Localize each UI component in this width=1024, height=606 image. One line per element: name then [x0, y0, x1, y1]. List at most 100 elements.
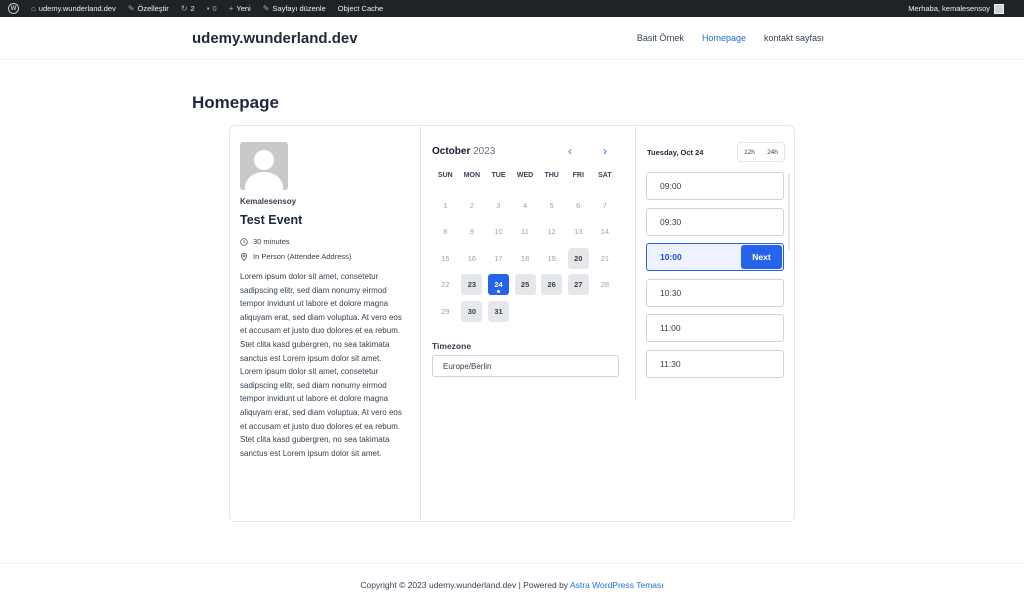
- event-duration: 30 minutes: [240, 237, 410, 246]
- wp-logo-menu[interactable]: W: [0, 0, 25, 17]
- brush-icon: ✎: [127, 4, 135, 13]
- admin-object-cache-link[interactable]: Object Cache: [332, 0, 389, 17]
- calendar-panel: October 2023 ‹ › SUN MON TUE WED THU FRI SAT 1…: [421, 126, 636, 401]
- calendar-day-selected[interactable]: 24: [485, 272, 512, 299]
- format-12h-option[interactable]: 12h: [744, 149, 755, 156]
- weekday-label: MON: [463, 172, 481, 179]
- event-title: Test Event: [240, 213, 303, 227]
- calendar-day: 4: [522, 200, 528, 210]
- admin-comments-link[interactable]: ▪ 0: [201, 0, 223, 17]
- calendar-day: 1: [443, 200, 448, 210]
- weekday-header: SUN MON TUE WED THU FRI SAT: [432, 172, 618, 179]
- calendar-day: 19: [547, 253, 556, 263]
- calendar-day: 17: [494, 253, 503, 263]
- calendar-day: 8: [443, 227, 448, 237]
- admin-customize-link[interactable]: ✎ Özelleştir: [122, 0, 175, 17]
- site-footer: Copyright © 2023 udemy.wunderland.dev | …: [0, 563, 1024, 606]
- calendar-day: 9: [469, 227, 474, 237]
- calendar-day: 12: [547, 227, 556, 237]
- page-title: Homepage: [192, 93, 279, 112]
- calendar-day: 16: [467, 253, 477, 263]
- site-header: udemy.wunderland.dev Basit Örnek Homepag…: [0, 17, 1024, 60]
- calendar-day: 3: [496, 200, 501, 210]
- wordpress-icon: W: [8, 3, 19, 14]
- admin-account-menu[interactable]: Merhaba, kemalesensoy: [908, 3, 1024, 14]
- site-title[interactable]: udemy.wunderland.dev: [192, 30, 358, 47]
- calendar-day: 5: [549, 200, 554, 210]
- calendar-day: 14: [600, 227, 610, 237]
- calendar-day[interactable]: 23: [459, 272, 486, 299]
- chevron-right-icon: ›: [603, 144, 607, 158]
- calendar-month-label: October 2023: [432, 146, 496, 157]
- event-description: Lorem ipsum dolor sit amet, consetetur s…: [240, 272, 402, 458]
- selected-date-label: Tuesday, Oct 24: [647, 148, 704, 157]
- event-info-panel: Kemalesensoy Test Event 30 minutes In Pe…: [230, 126, 421, 521]
- admin-site-link[interactable]: ⌂ udemy.wunderland.dev: [25, 0, 122, 17]
- slot-list-scrollbar[interactable]: [788, 174, 790, 250]
- weekday-label: WED: [516, 172, 534, 179]
- calendar-day[interactable]: 30: [459, 298, 486, 325]
- time-slot-selected[interactable]: 10:00 Next: [646, 243, 784, 271]
- calendar-day: 13: [574, 227, 583, 237]
- timezone-select[interactable]: Europe/Berlin: [432, 355, 619, 377]
- calendar-day[interactable]: 27: [565, 272, 592, 299]
- primary-nav: Basit Örnek Homepage kontakt sayfası: [637, 33, 824, 43]
- time-slot-list: 09:00 09:30 10:00 Next 10:30 11:00 11:30: [646, 172, 784, 385]
- nav-item-kontakt[interactable]: kontakt sayfası: [764, 33, 824, 43]
- time-slot[interactable]: 10:30: [646, 278, 784, 307]
- weekday-label: SUN: [437, 172, 453, 179]
- comment-icon: ▪: [206, 4, 210, 13]
- calendar-day: 11: [521, 227, 529, 237]
- next-month-button[interactable]: ›: [603, 144, 607, 158]
- calendar-day: 28: [600, 280, 610, 290]
- nav-item-homepage[interactable]: Homepage: [702, 33, 746, 43]
- avatar: [994, 3, 1004, 14]
- theme-link[interactable]: Astra WordPress Teması: [570, 580, 664, 590]
- map-pin-icon: [240, 252, 248, 261]
- calendar-day: 7: [602, 200, 607, 210]
- booking-widget: Kemalesensoy Test Event 30 minutes In Pe…: [229, 125, 795, 522]
- calendar-day[interactable]: 20: [565, 245, 592, 272]
- admin-updates-link[interactable]: ↻ 2: [175, 0, 201, 17]
- calendar-day: 10: [494, 227, 503, 237]
- weekday-label: SAT: [598, 172, 612, 179]
- calendar-day: 22: [441, 280, 450, 290]
- clock-icon: [240, 237, 248, 246]
- format-24h-option[interactable]: 24h: [767, 149, 778, 156]
- event-location: In Person (Attendee Address): [240, 252, 410, 261]
- prev-month-button[interactable]: ‹: [568, 144, 572, 158]
- refresh-icon: ↻: [180, 4, 188, 13]
- calendar-day: 18: [520, 253, 530, 263]
- home-icon: ⌂: [31, 4, 36, 13]
- calendar-day[interactable]: 31: [485, 298, 512, 325]
- time-slot[interactable]: 11:30: [646, 349, 784, 378]
- calendar-day: 6: [576, 200, 581, 210]
- nav-item-basit-ornek[interactable]: Basit Örnek: [637, 33, 684, 43]
- chevron-left-icon: ‹: [568, 144, 572, 158]
- person-icon: [254, 150, 274, 170]
- calendar-day: 15: [441, 253, 450, 263]
- calendar-day[interactable]: 26: [538, 272, 565, 299]
- calendar-day[interactable]: 25: [512, 272, 539, 299]
- weekday-label: TUE: [491, 172, 506, 179]
- time-slot[interactable]: 11:00: [646, 314, 784, 342]
- calendar-day: 21: [600, 253, 610, 263]
- time-slot[interactable]: 09:00: [646, 172, 784, 200]
- time-slot[interactable]: 09:30: [646, 207, 784, 236]
- host-name: Kemalesensoy: [240, 197, 297, 206]
- copyright-text: Copyright © 2023 udemy.wunderland.dev | …: [360, 580, 570, 590]
- host-avatar: [240, 142, 288, 190]
- admin-bar: W ⌂ udemy.wunderland.dev ✎ Özelleştir ↻ 2 ▪…: [0, 0, 1024, 17]
- calendar-grid: 1 2 3 4 5 6 7 8 9 10 11 12 13 14 15 16 17 18 19 20 21 22 23 24 2…: [432, 192, 618, 325]
- next-button[interactable]: Next: [741, 245, 782, 269]
- calendar-day: 29: [441, 306, 450, 316]
- time-slots-panel: Tuesday, Oct 24 12h 24h 09:00 09:30 10:00 N…: [636, 126, 796, 401]
- weekday-label: FRI: [572, 172, 584, 179]
- calendar-day: 2: [469, 200, 474, 210]
- admin-edit-page-link[interactable]: ✎ Sayfayı düzenle: [257, 0, 332, 17]
- time-format-toggle: 12h 24h: [737, 142, 785, 162]
- plus-icon: +: [228, 4, 234, 13]
- timezone-label: Timezone: [432, 341, 472, 351]
- pencil-icon: ✎: [262, 4, 270, 13]
- admin-new-link[interactable]: + Yeni: [223, 0, 257, 17]
